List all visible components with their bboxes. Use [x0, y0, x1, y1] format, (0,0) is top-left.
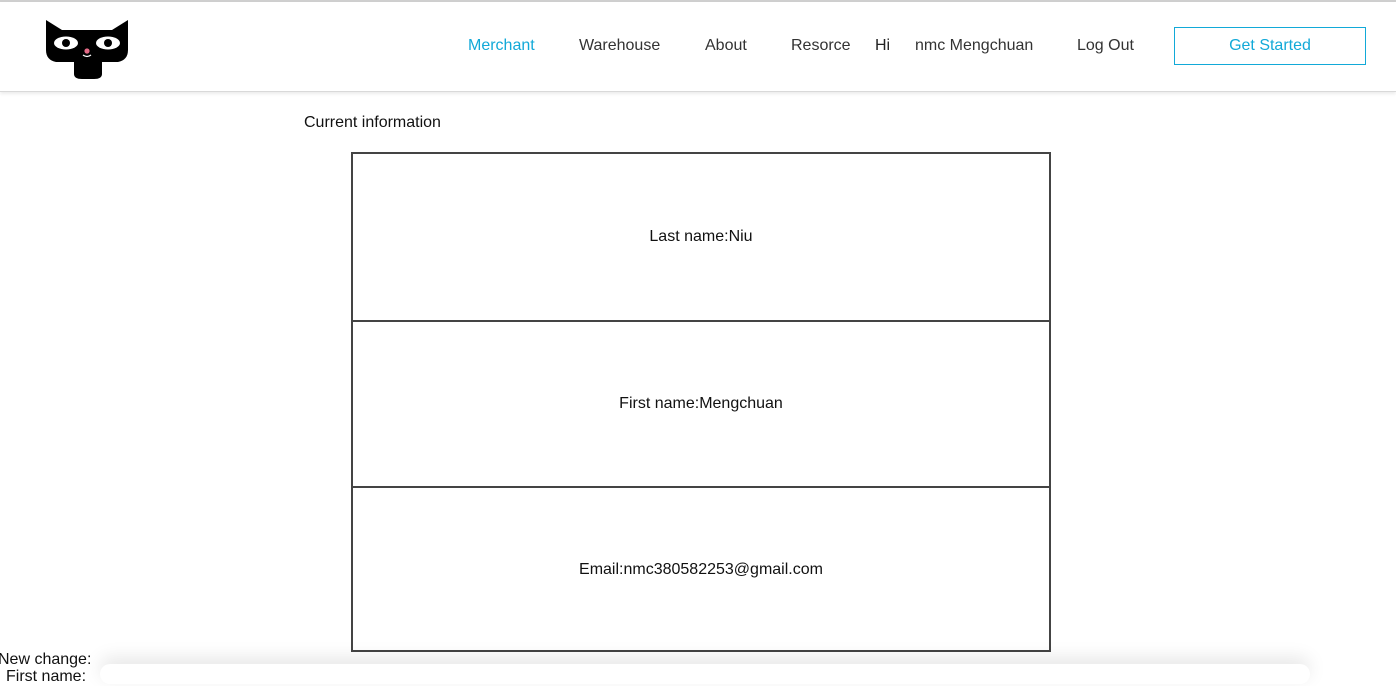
cat-face-logo-icon[interactable] [44, 16, 130, 80]
first-name-field-label: First name: [6, 668, 87, 685]
site-header: Merchant Warehouse About Resorce Hi nmc … [0, 2, 1396, 92]
nav-merchant[interactable]: Merchant [468, 36, 535, 56]
current-info-table: Last name:Niu First name:Mengchuan Email… [351, 152, 1051, 652]
info-row-last-name: Last name:Niu [649, 228, 753, 245]
new-change-label: New change: [0, 651, 92, 668]
logout-link[interactable]: Log Out [1077, 36, 1134, 56]
get-started-button[interactable]: Get Started [1174, 27, 1366, 65]
user-name-link[interactable]: nmc Mengchuan [915, 36, 1033, 56]
info-row-first-name: First name:Mengchuan [353, 320, 1049, 486]
section-title: Current information [304, 114, 441, 131]
form-card-edge [100, 664, 1310, 684]
info-row-email: Email:nmc380582253@gmail.com [353, 486, 1049, 652]
greeting-text: Hi [875, 37, 891, 54]
nav-resource[interactable]: Resorce [791, 36, 851, 56]
nav-warehouse[interactable]: Warehouse [579, 36, 660, 56]
nav-about[interactable]: About [705, 36, 747, 56]
